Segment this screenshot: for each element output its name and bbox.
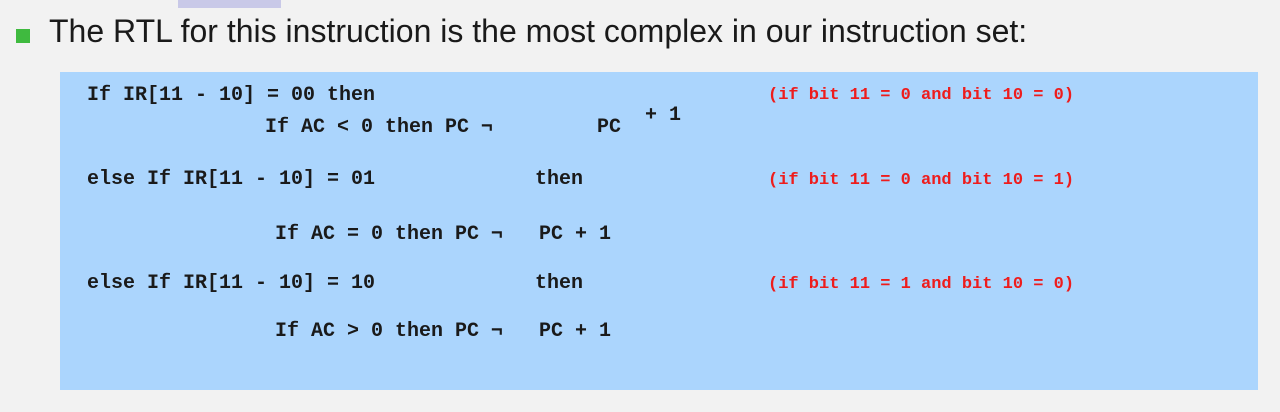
rtl-comment-5: (if bit 11 = 1 and bit 10 = 0) — [768, 275, 1075, 294]
rtl-line-2: If AC < 0 then PC ¬ — [265, 116, 494, 139]
rtl-comment-1: (if bit 11 = 0 and bit 10 = 0) — [768, 86, 1075, 105]
top-decoration-tab — [178, 0, 281, 8]
slide-heading: The RTL for this instruction is the most… — [49, 13, 1028, 49]
rtl-line-4: If AC = 0 then PC ¬ PC + 1 — [275, 223, 612, 246]
rtl-line-2-plus: + 1 — [645, 104, 682, 127]
rtl-line-3-then: then — [535, 168, 584, 191]
rtl-line-1: If IR[11 - 10] = 00 then — [87, 84, 376, 107]
rtl-line-2-pc: PC — [597, 116, 622, 139]
rtl-line-3: else If IR[11 - 10] = 01 — [87, 168, 376, 191]
bullet-icon — [16, 29, 30, 43]
rtl-comment-3: (if bit 11 = 0 and bit 10 = 1) — [768, 171, 1075, 190]
rtl-line-5-then: then — [535, 272, 584, 295]
rtl-line-6: If AC > 0 then PC ¬ PC + 1 — [275, 320, 612, 343]
rtl-line-5: else If IR[11 - 10] = 10 — [87, 272, 376, 295]
